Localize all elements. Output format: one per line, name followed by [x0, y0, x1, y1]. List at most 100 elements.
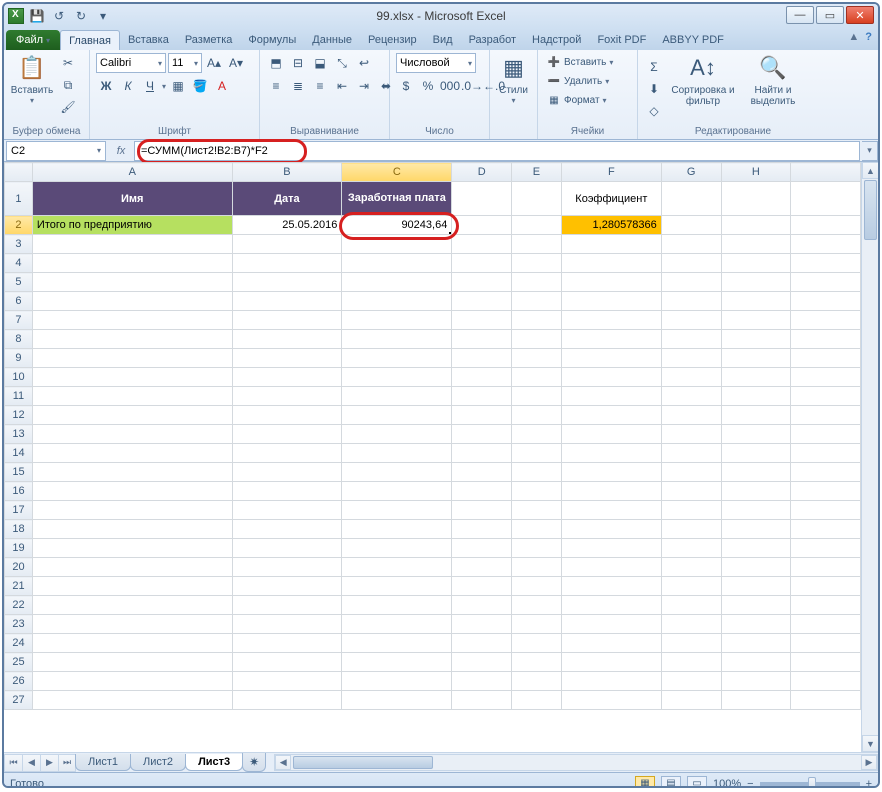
grid-cell[interactable] [721, 615, 791, 634]
grid-cell[interactable] [512, 691, 562, 710]
tab-abbyy-pdf[interactable]: ABBYY PDF [654, 30, 732, 50]
grid-cell[interactable] [791, 349, 861, 368]
hscroll-thumb[interactable] [293, 756, 433, 769]
grid-cell[interactable] [561, 615, 661, 634]
grid-cell[interactable] [721, 349, 791, 368]
col-header-C[interactable]: C [342, 163, 452, 182]
grid-cell[interactable] [342, 482, 452, 501]
grid-cell[interactable] [561, 482, 661, 501]
grid-cell[interactable] [452, 653, 512, 672]
row-header-18[interactable]: 18 [5, 520, 33, 539]
grid-cell[interactable] [791, 596, 861, 615]
row-header-23[interactable]: 23 [5, 615, 33, 634]
grid-cell[interactable] [661, 254, 721, 273]
row-header-8[interactable]: 8 [5, 330, 33, 349]
cell-G2[interactable] [661, 216, 721, 235]
grid-cell[interactable] [661, 444, 721, 463]
tab-view[interactable]: Вид [425, 30, 461, 50]
tab-review[interactable]: Рецензир [360, 30, 425, 50]
grid-cell[interactable] [342, 311, 452, 330]
grid-cell[interactable] [342, 406, 452, 425]
grid-cell[interactable] [561, 254, 661, 273]
grid-cell[interactable] [342, 520, 452, 539]
grid-cell[interactable] [32, 330, 232, 349]
grid-cell[interactable] [561, 539, 661, 558]
grid-cell[interactable] [512, 425, 562, 444]
window-maximize-button[interactable]: ▭ [816, 6, 844, 24]
grid-cell[interactable] [452, 596, 512, 615]
grid-cell[interactable] [791, 387, 861, 406]
decrease-font-icon[interactable]: A▾ [226, 53, 246, 73]
grid-cell[interactable] [452, 292, 512, 311]
grid-cell[interactable] [32, 235, 232, 254]
cell-H2[interactable] [721, 216, 791, 235]
grid-cell[interactable] [32, 539, 232, 558]
grid-cell[interactable] [232, 558, 342, 577]
grid-cell[interactable] [721, 539, 791, 558]
grid-cell[interactable] [232, 634, 342, 653]
grid-cell[interactable] [232, 406, 342, 425]
grid-cell[interactable] [452, 273, 512, 292]
grid-cell[interactable] [232, 235, 342, 254]
grid-cell[interactable] [452, 406, 512, 425]
grid-cell[interactable] [791, 235, 861, 254]
grid-cell[interactable] [791, 539, 861, 558]
cell-C2[interactable]: 90243,64 [342, 216, 452, 235]
name-box[interactable]: C2 ▾ [6, 141, 106, 161]
new-sheet-button[interactable]: ✷ [242, 753, 266, 772]
number-format-combo[interactable]: Числовой ▾ [396, 53, 476, 73]
percent-format-icon[interactable]: % [418, 76, 438, 96]
view-page-break-icon[interactable]: ▭ [687, 776, 707, 789]
grid-cell[interactable] [791, 273, 861, 292]
grid-cell[interactable] [791, 368, 861, 387]
scroll-left-icon[interactable]: ◀ [275, 755, 291, 770]
row-header-12[interactable]: 12 [5, 406, 33, 425]
grid-cell[interactable] [721, 273, 791, 292]
grid-cell[interactable] [721, 482, 791, 501]
sort-filter-button[interactable]: A↕ Сортировка и фильтр [668, 53, 738, 107]
grid-cell[interactable] [791, 558, 861, 577]
tab-developer[interactable]: Разработ [461, 30, 524, 50]
grid-cell[interactable] [232, 539, 342, 558]
grid-cell[interactable] [561, 577, 661, 596]
grid-cell[interactable] [721, 653, 791, 672]
row-header-15[interactable]: 15 [5, 463, 33, 482]
font-size-combo[interactable]: 11 ▾ [168, 53, 202, 73]
grid-cell[interactable] [512, 463, 562, 482]
cell-D1[interactable] [452, 182, 512, 216]
align-center-icon[interactable]: ≣ [288, 76, 308, 96]
qat-redo-icon[interactable]: ↻ [72, 7, 90, 25]
grid-cell[interactable] [512, 672, 562, 691]
grid-cell[interactable] [232, 482, 342, 501]
grid-cell[interactable] [232, 292, 342, 311]
grid-cell[interactable] [32, 558, 232, 577]
grid-cell[interactable] [791, 254, 861, 273]
grid-cell[interactable] [561, 368, 661, 387]
cell-C1[interactable]: Заработная плата [342, 182, 452, 216]
grid-cell[interactable] [342, 425, 452, 444]
grid-cell[interactable] [32, 292, 232, 311]
grid-cell[interactable] [32, 425, 232, 444]
row-header-7[interactable]: 7 [5, 311, 33, 330]
grid-cell[interactable] [232, 311, 342, 330]
grid-cell[interactable] [721, 558, 791, 577]
cell-E2[interactable] [512, 216, 562, 235]
grid-cell[interactable] [512, 387, 562, 406]
grid-cell[interactable] [232, 387, 342, 406]
grid-cell[interactable] [791, 292, 861, 311]
grid-cell[interactable] [721, 387, 791, 406]
grid-cell[interactable] [452, 501, 512, 520]
grid-cell[interactable] [232, 653, 342, 672]
grid-cell[interactable] [512, 577, 562, 596]
row-header-5[interactable]: 5 [5, 273, 33, 292]
row-header-17[interactable]: 17 [5, 501, 33, 520]
grid-cell[interactable] [342, 330, 452, 349]
vscroll-thumb[interactable] [864, 180, 877, 240]
grid-cell[interactable] [512, 368, 562, 387]
cut-icon[interactable]: ✂ [58, 53, 78, 73]
grid-cell[interactable] [452, 558, 512, 577]
sheet-tab-1[interactable]: Лист1 [75, 754, 131, 771]
sheet-tab-3[interactable]: Лист3 [185, 754, 243, 771]
tab-formulas[interactable]: Формулы [240, 30, 304, 50]
grid-cell[interactable] [342, 292, 452, 311]
